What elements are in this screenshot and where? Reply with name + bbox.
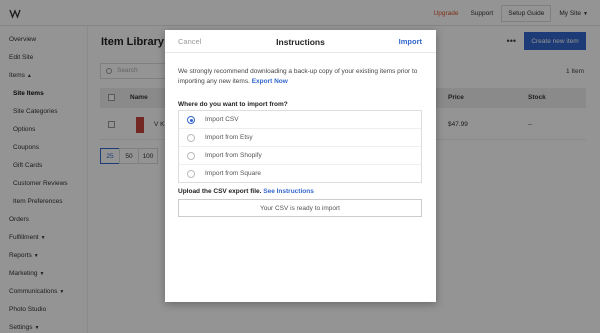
option-label: Import from Etsy <box>205 134 253 141</box>
csv-upload-status[interactable]: Your CSV is ready to import <box>178 199 422 217</box>
option-import-etsy[interactable]: Import from Etsy <box>179 129 421 147</box>
modal-description: We strongly recommend downloading a back… <box>178 67 428 87</box>
radio-selected-icon[interactable] <box>187 116 195 124</box>
radio-icon[interactable] <box>187 134 195 142</box>
import-source-question: Where do you want to import from? <box>178 101 288 108</box>
option-import-csv[interactable]: Import CSV <box>179 111 421 129</box>
export-now-link[interactable]: Export Now <box>252 78 288 85</box>
option-label: Import from Square <box>205 170 261 177</box>
import-instructions-modal: Instructions Cancel Import We strongly r… <box>165 30 436 302</box>
upload-label: Upload the CSV export file. <box>178 188 262 195</box>
cancel-button[interactable]: Cancel <box>178 37 201 46</box>
option-import-shopify[interactable]: Import from Shopify <box>179 147 421 165</box>
modal-title: Instructions <box>276 37 325 47</box>
radio-icon[interactable] <box>187 170 195 178</box>
see-instructions-link[interactable]: See Instructions <box>263 188 314 195</box>
option-import-square[interactable]: Import from Square <box>179 165 421 183</box>
backup-recommendation-text: We strongly recommend downloading a back… <box>178 68 418 85</box>
modal-divider <box>165 52 436 53</box>
option-label: Import from Shopify <box>205 152 262 159</box>
radio-icon[interactable] <box>187 152 195 160</box>
option-label: Import CSV <box>205 116 239 123</box>
upload-instructions: Upload the CSV export file. See Instruct… <box>178 188 314 195</box>
import-button[interactable]: Import <box>399 37 422 46</box>
import-source-options: Import CSV Import from Etsy Import from … <box>178 110 422 183</box>
